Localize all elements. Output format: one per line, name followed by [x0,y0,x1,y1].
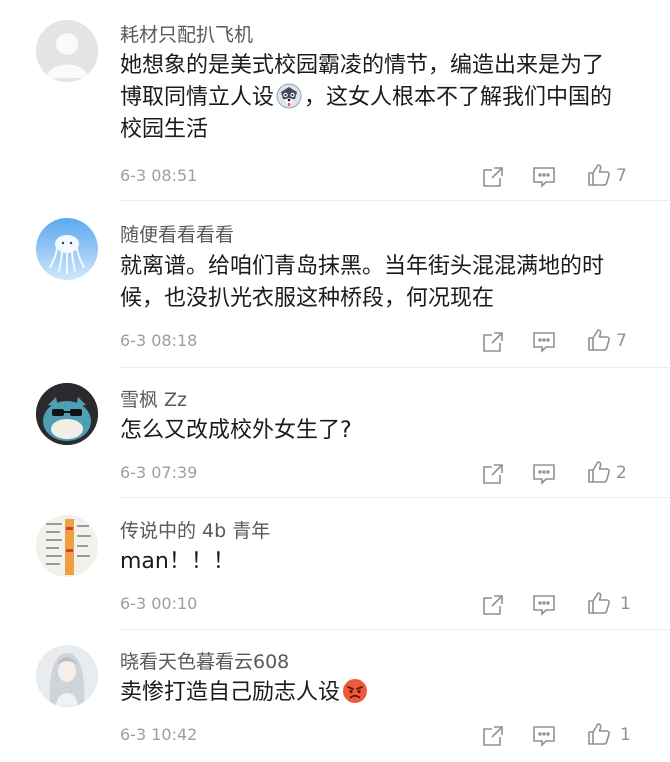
like-count: 7 [616,166,627,186]
portrait-avatar-icon [36,645,98,707]
divider [120,367,670,368]
thumbs-up-icon[interactable] [586,327,612,353]
like-count: 7 [616,331,627,351]
thumbs-up-icon[interactable] [586,459,612,485]
divider [120,497,670,498]
angry-face-emoji [342,678,368,704]
avatar[interactable] [36,383,98,445]
comment-icon[interactable] [531,329,557,355]
comment-text-part: 卖惨打造自己励志人设 [120,680,341,705]
comment-list: 耗材只配扒飞机 她想象的是美式校园霸凌的情节，编造出来是为了博取同情立人设 ，这女… [0,0,670,762]
thumbs-up-icon[interactable] [586,162,612,188]
comment-icon[interactable] [531,164,557,190]
husky-face-emoji [276,83,302,109]
default-avatar-icon [36,20,98,82]
timestamp: 6-3 08:18 [120,331,198,350]
divider [120,629,670,630]
timestamp: 6-3 00:10 [120,594,198,613]
like-count: 1 [620,594,631,614]
username[interactable]: 随便看看看看 [120,220,234,247]
comment-item: 传说中的 4b 青年 man！！！ 6-3 00:10 1 [0,499,670,629]
comment-item: 晓看天色暮看云608 卖惨打造自己励志人设 6-3 10:42 1 [0,631,670,762]
avatar[interactable] [36,515,98,577]
avatar[interactable] [36,20,98,82]
share-icon[interactable] [480,329,506,355]
comment-icon[interactable] [531,461,557,487]
share-icon[interactable] [480,164,506,190]
share-icon[interactable] [480,592,506,618]
share-icon[interactable] [480,723,506,749]
jellyfish-avatar-icon [36,218,98,280]
cartoon-character-avatar-icon [36,383,98,445]
timestamp: 6-3 07:39 [120,463,198,482]
comment-icon[interactable] [531,592,557,618]
comment-item: 雪枫 Zz 怎么又改成校外女生了? 6-3 07:39 2 [0,369,670,497]
comment-item: 耗材只配扒飞机 她想象的是美式校园霸凌的情节，编造出来是为了博取同情立人设 ，这女… [0,0,670,200]
share-icon[interactable] [480,461,506,487]
comment-text: man！！！ [120,549,235,574]
comment-text: 就离谱。给咱们青岛抹黑。当年街头混混满地的时候，也没扒光衣服这种桥段，何况现在 [120,254,605,311]
username[interactable]: 传说中的 4b 青年 [120,516,270,543]
like-count: 1 [620,725,631,745]
timestamp: 6-3 10:42 [120,725,198,744]
comment-text: 卖惨打造自己励志人设 [120,677,620,709]
thumbs-up-icon[interactable] [586,721,612,747]
divider [120,200,670,201]
thumbs-up-icon[interactable] [586,590,612,616]
like-count: 2 [616,463,627,483]
username[interactable]: 耗材只配扒飞机 [120,20,253,47]
username[interactable]: 雪枫 Zz [120,385,187,412]
comment-text: 怎么又改成校外女生了? [120,418,352,443]
comment-icon[interactable] [531,723,557,749]
username[interactable]: 晓看天色暮看云608 [120,647,289,674]
bookshelf-avatar-icon [36,515,98,577]
avatar[interactable] [36,218,98,280]
avatar[interactable] [36,645,98,707]
timestamp: 6-3 08:51 [120,166,198,185]
comment-item: 随便看看看看 就离谱。给咱们青岛抹黑。当年街头混混满地的时候，也没扒光衣服这种桥… [0,202,670,367]
comment-text: 她想象的是美式校园霸凌的情节，编造出来是为了博取同情立人设 ，这女人根本不了解我们… [120,50,620,146]
